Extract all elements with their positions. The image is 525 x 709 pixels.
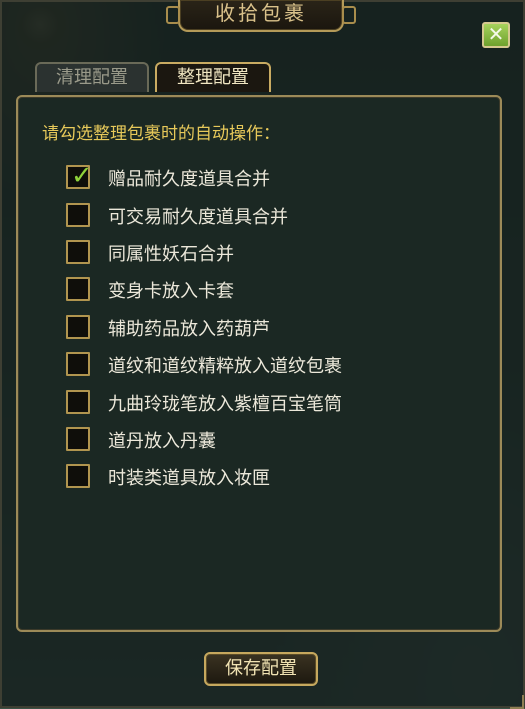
dialog-title: 收拾包裹 — [166, 0, 356, 32]
checkbox[interactable] — [66, 464, 90, 488]
option-label: 道纹和道纹精粹放入道纹包裹 — [108, 356, 342, 377]
option-label: 同属性妖石合并 — [108, 244, 234, 265]
option-label: 辅助药品放入药葫芦 — [108, 319, 270, 340]
option-tradable-durability-merge[interactable]: 可交易耐久度道具合并 — [66, 200, 466, 230]
option-label: 九曲玲珑笔放入紫檀百宝笔筒 — [108, 394, 342, 415]
checkbox[interactable] — [66, 352, 90, 376]
close-icon: ✕ — [487, 22, 505, 46]
tab-cleanup-config[interactable]: 清理配置 — [35, 62, 149, 92]
checkbox[interactable] — [66, 203, 90, 227]
checkmark-icon: ✓ — [71, 161, 93, 191]
option-pill-pouch[interactable]: 道丹放入丹囊 — [66, 424, 466, 454]
checkbox[interactable] — [66, 240, 90, 264]
panel-heading: 请勾选整理包裹时的自动操作： — [42, 124, 280, 144]
option-demon-stone-merge[interactable]: 同属性妖石合并 — [66, 237, 466, 267]
option-brush-holder[interactable]: 九曲玲珑笔放入紫檀百宝笔筒 — [66, 387, 466, 417]
option-label: 变身卡放入卡套 — [108, 281, 234, 302]
pack-organize-dialog: 收拾包裹 ✕ 清理配置 整理配置 请勾选整理包裹时的自动操作： ✓ 赠品耐久度道… — [0, 0, 525, 709]
option-label: 可交易耐久度道具合并 — [108, 207, 288, 228]
checkbox[interactable] — [66, 390, 90, 414]
resize-grip-icon[interactable] — [510, 695, 524, 709]
option-medicine-gourd[interactable]: 辅助药品放入药葫芦 — [66, 312, 466, 342]
checkbox[interactable] — [66, 315, 90, 339]
option-fashion-box[interactable]: 时装类道具放入妆匣 — [66, 461, 466, 491]
option-label: 时装类道具放入妆匣 — [108, 468, 270, 489]
checkbox[interactable] — [66, 427, 90, 451]
checkbox[interactable]: ✓ — [66, 161, 93, 191]
checkbox[interactable] — [66, 277, 90, 301]
option-dao-pattern-bag[interactable]: 道纹和道纹精粹放入道纹包裹 — [66, 349, 466, 379]
option-label: 赠品耐久度道具合并 — [108, 169, 270, 190]
organize-options-panel: 请勾选整理包裹时的自动操作： ✓ 赠品耐久度道具合并 可交易耐久度道具合并 同属… — [16, 95, 502, 632]
option-label: 道丹放入丹囊 — [108, 431, 216, 452]
option-transform-card-sleeve[interactable]: 变身卡放入卡套 — [66, 274, 466, 304]
close-button[interactable]: ✕ — [482, 22, 510, 48]
tab-organize-config[interactable]: 整理配置 — [155, 62, 271, 92]
save-config-button[interactable]: 保存配置 — [204, 652, 318, 686]
option-gift-durability-merge[interactable]: ✓ 赠品耐久度道具合并 — [66, 161, 466, 192]
